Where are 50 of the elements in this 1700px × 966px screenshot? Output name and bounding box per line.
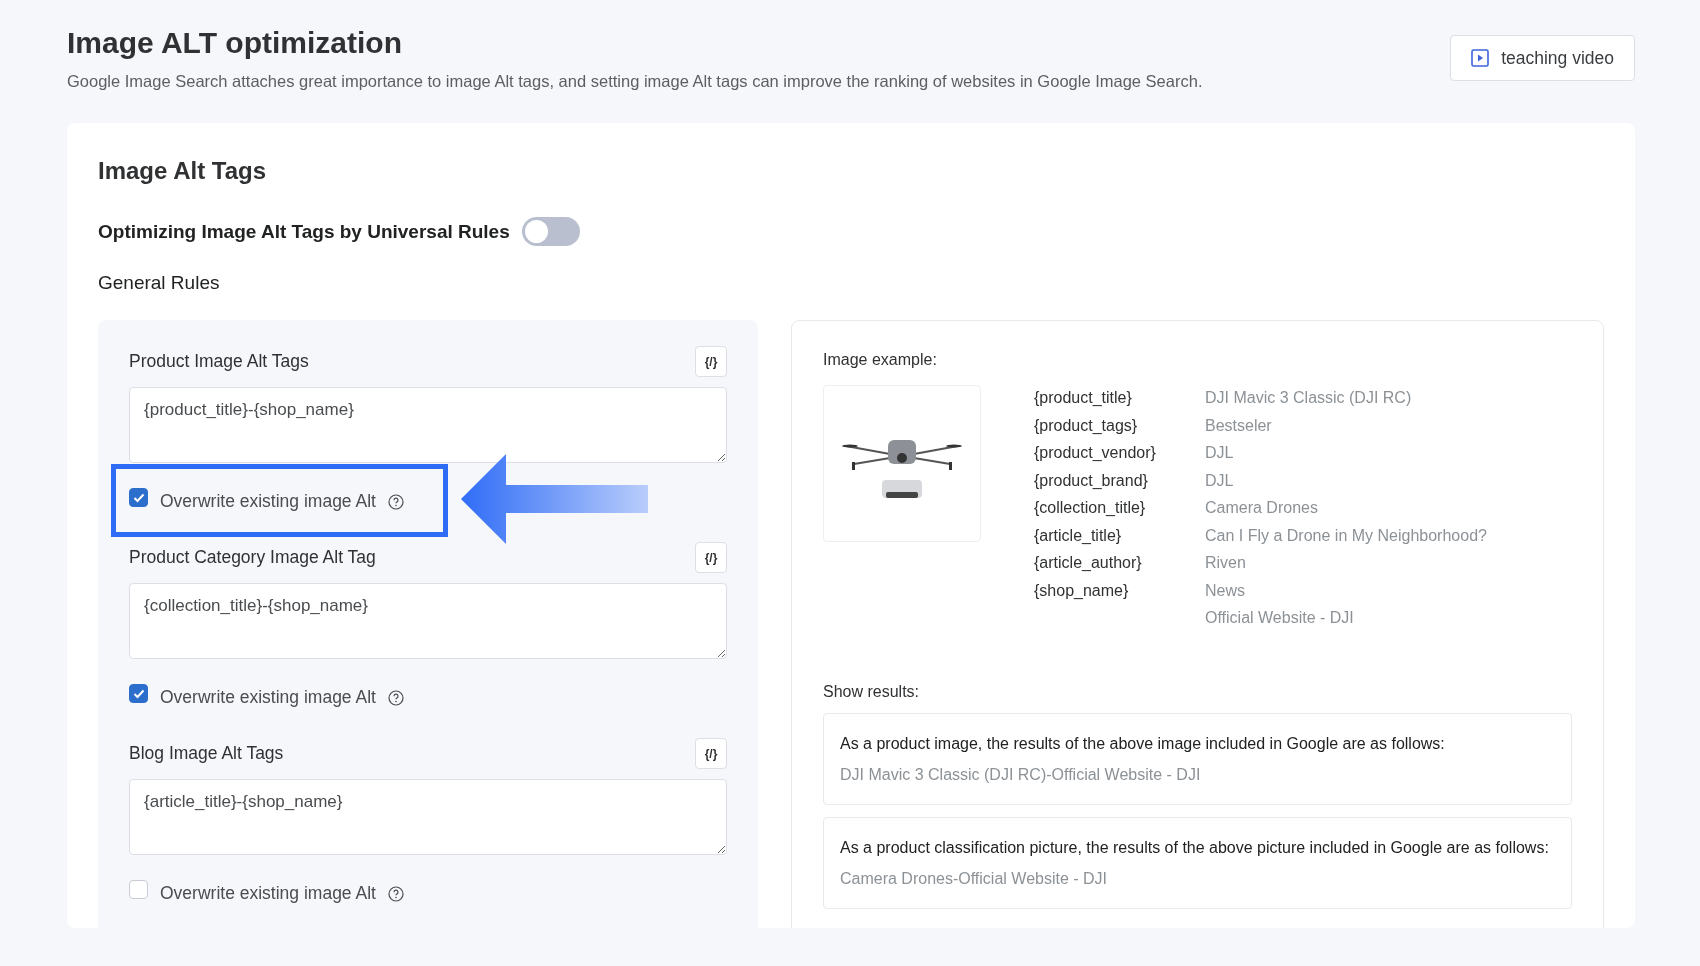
variable-value: Riven bbox=[1205, 554, 1247, 572]
help-icon bbox=[387, 689, 404, 706]
variable-value: News bbox=[1205, 581, 1246, 600]
checkbox-label: Overwrite existing image Alt bbox=[160, 883, 376, 904]
variable-value: Official Website - DJI bbox=[1205, 609, 1355, 627]
help-icon bbox=[387, 885, 404, 902]
field-label: Product Category Image Alt Tag bbox=[129, 547, 376, 568]
variable-name: {product_vendor} bbox=[1034, 444, 1157, 462]
variable-value: Can I Fly a Drone in My Neighborhood? bbox=[1205, 526, 1487, 545]
field-label: Product Image Alt Tags bbox=[129, 351, 309, 372]
alt-template-field[interactable]: {collection_title}-{shop_name} bbox=[129, 583, 727, 659]
variable-value: Bestseler bbox=[1205, 416, 1273, 435]
variable-name: {product_title} bbox=[1034, 389, 1133, 407]
page-description: Google Image Search attaches great importance to image Alt tags, and setting image Alt tags can improve the ranking of websites in Google Image Search. bbox=[67, 72, 1203, 91]
variable-value: DJI Mavic 3 Classic (DJI RC) bbox=[1205, 389, 1413, 407]
toggle-switch[interactable] bbox=[521, 217, 580, 246]
page-title: Image ALT optimization bbox=[67, 26, 403, 60]
section-label: General Rules bbox=[98, 272, 221, 294]
variable-name: {product_brand} bbox=[1034, 471, 1149, 490]
field-label: Blog Image Alt Tags bbox=[129, 743, 284, 764]
checkbox[interactable] bbox=[129, 488, 148, 507]
variable-name: {collection_title} bbox=[1034, 499, 1147, 517]
variable-value: DJL bbox=[1205, 444, 1235, 462]
checkmark-icon bbox=[132, 688, 145, 699]
variable-value: DJL bbox=[1205, 471, 1235, 490]
toggle-label: Optimizing Image Alt Tags by Universal Rules bbox=[98, 220, 510, 243]
variable-button[interactable]: {/} bbox=[695, 542, 727, 573]
variable-button[interactable]: {/} bbox=[695, 346, 727, 377]
variable-name: {article_author} bbox=[1034, 554, 1143, 572]
result-description: As a product classification picture, the results of the above picture included in Google are as follows: bbox=[840, 838, 1550, 858]
checkbox[interactable] bbox=[129, 684, 148, 703]
alt-template-field[interactable]: {product_title}-{shop_name} bbox=[129, 387, 727, 463]
variable-name: {shop_name} bbox=[1034, 581, 1130, 600]
checkbox-label: Overwrite existing image Alt bbox=[160, 687, 376, 708]
variable-button[interactable]: {/} bbox=[695, 738, 727, 769]
checkmark-icon bbox=[132, 492, 145, 503]
variable-name: {product_tags} bbox=[1034, 416, 1139, 435]
checkbox-label: Overwrite existing image Alt bbox=[160, 491, 376, 512]
card-title: Image Alt Tags bbox=[98, 157, 268, 185]
result-alt-text: DJI Mavic 3 Classic (DJI RC)-Official Website - DJI bbox=[840, 765, 1202, 785]
result-description: As a product image, the results of the above image included in Google are as follows: bbox=[840, 734, 1446, 754]
variable-value: Camera Drones bbox=[1205, 499, 1319, 517]
help-icon bbox=[387, 493, 404, 510]
example-label: Image example: bbox=[823, 351, 938, 369]
alt-template-field[interactable]: {article_title}-{shop_name} bbox=[129, 779, 727, 855]
result-alt-text: Camera Drones-Official Website - DJI bbox=[840, 869, 1109, 889]
play-icon bbox=[1471, 49, 1490, 67]
teaching-video-button[interactable]: teaching video bbox=[1450, 35, 1635, 81]
variable-name: {article_title} bbox=[1034, 526, 1123, 545]
results-label: Show results: bbox=[823, 683, 921, 701]
